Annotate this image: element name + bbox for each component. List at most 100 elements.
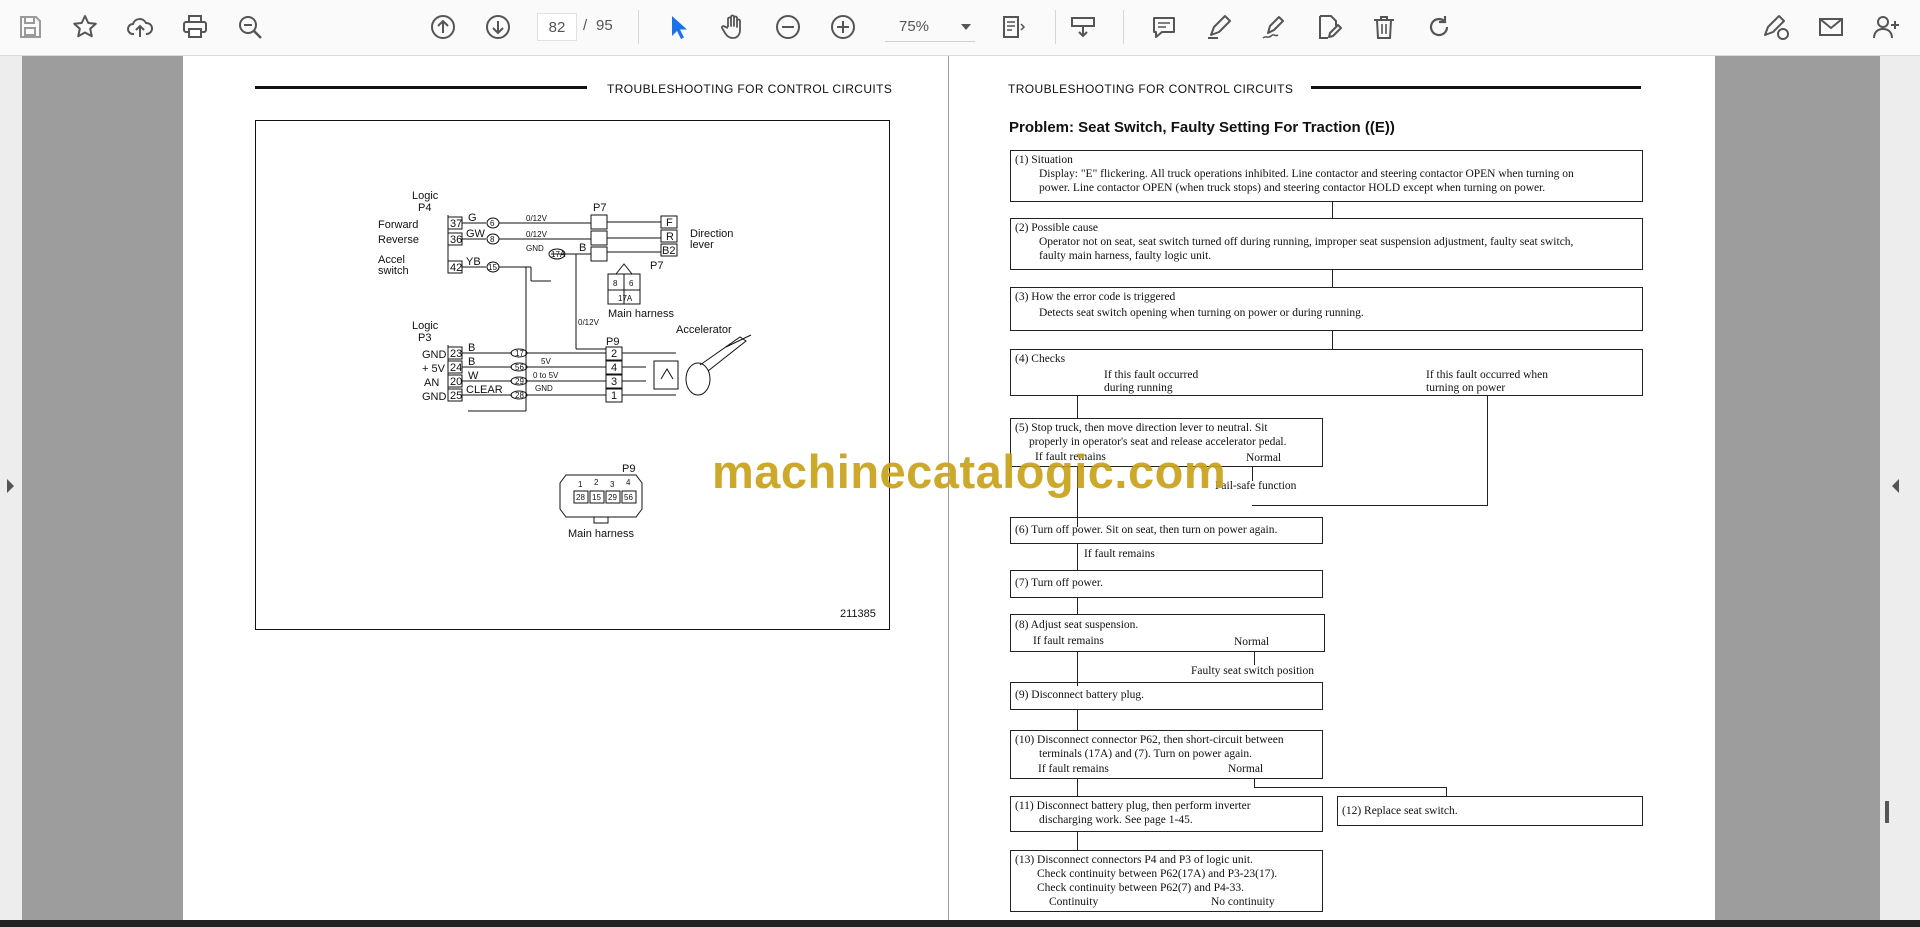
flowchart-box-step6: (6) Turn off power. Sit on seat, then tu… [1010,517,1323,544]
scrollbar-thumb[interactable] [1885,801,1889,823]
page-total: 95 [596,17,613,34]
diag-label: 17 [515,349,524,358]
diag-label: 23 [450,348,462,360]
diag-label: B [579,242,586,254]
step-text: Operator not on seat, seat switch turned… [1039,236,1574,248]
diag-label: GND [526,244,544,253]
page-number-input[interactable]: 82 [537,13,577,41]
diag-label: 29 [515,377,524,386]
zoom-in-icon[interactable] [825,9,861,45]
diag-label: 15 [592,493,601,502]
step-text: (13) Disconnect connectors P4 and P3 of … [1015,854,1253,866]
select-cursor-icon[interactable] [660,9,696,45]
diag-label: 2 [611,348,617,360]
marquee-icon[interactable] [1065,9,1101,45]
diag-label: 56 [624,493,633,502]
diag-label: 24 [450,362,462,374]
header-rule [1311,86,1641,89]
chevron-down-icon [961,24,971,30]
step-text: faulty main harness, faulty logic unit. [1039,250,1212,262]
sign-request-icon[interactable] [1758,9,1794,45]
step-text: terminals (17A) and (7). Turn on power a… [1039,748,1253,760]
watermark-text: machinecatalogic.com [712,445,1227,498]
diag-label: CLEAR [466,384,503,396]
edit-doc-icon[interactable] [1311,9,1347,45]
step-text: (5) Stop truck, then move direction leve… [1015,422,1268,434]
branch-label: turning on power [1426,382,1506,394]
save-icon[interactable] [12,9,48,45]
step-text: Check continuity between P62(7) and P4-3… [1037,882,1244,894]
diag-label: Logic [412,320,439,332]
step-text: power. Line contactor OPEN (when truck s… [1039,182,1546,194]
diag-label: 5V [541,357,551,366]
diag-label: 6 [490,219,495,228]
diag-label: 56 [515,363,524,372]
running-header: TROUBLESHOOTING FOR CONTROL CIRCUITS [1008,82,1294,96]
diag-label: P7 [650,260,663,272]
diag-label: GND [422,349,447,361]
branch-label: during running [1104,382,1173,394]
step-text: (11) Disconnect battery plug, then perfo… [1015,800,1251,812]
upload-cloud-icon[interactable] [122,9,158,45]
step-title: (2) Possible cause [1015,222,1099,234]
diag-label: 29 [608,493,617,502]
flowchart-box-trigger: (3) How the error code is triggered Dete… [1010,287,1643,331]
diag-label: 0/12V [526,214,548,223]
diag-label: P3 [418,332,431,344]
find-zoom-icon[interactable] [232,9,268,45]
hand-pan-icon[interactable] [715,9,751,45]
diag-label: B2 [662,245,675,257]
diag-label: 3 [611,376,617,388]
rotate-icon[interactable] [1421,9,1457,45]
diag-label: GND [535,384,553,393]
page-up-icon[interactable] [425,9,461,45]
diag-label: Main harness [608,308,675,320]
zoom-out-icon[interactable] [770,9,806,45]
sign-pen-icon[interactable] [1256,9,1292,45]
diag-label: Forward [378,219,418,231]
zoom-value: 75% [899,18,930,35]
status-bar [0,920,1920,927]
diag-label: W [468,370,479,382]
step-text: (8) Adjust seat suspension. [1015,619,1139,631]
diag-label: 0/12V [578,318,600,327]
right-panel-toggle[interactable] [1880,56,1920,920]
step-text: (7) Turn off power. [1015,577,1103,589]
diag-label: 37 [450,218,462,230]
flowchart-box-step13: (13) Disconnect connectors P4 and P3 of … [1010,850,1323,912]
step-text: Check continuity between P62(17A) and P3… [1037,868,1278,880]
outcome-label: Faulty seat switch position [1191,665,1314,677]
diag-label: 8 [613,279,618,288]
diag-label: R [666,231,674,243]
diag-label: 1 [611,390,617,402]
chevron-left-icon [1892,479,1899,493]
page-down-icon[interactable] [480,9,516,45]
fit-page-icon[interactable] [995,9,1031,45]
wiring-diagram: Logic P4 Forward Reverse Accel switch 37… [255,120,890,630]
branch-label: If fault remains [1033,635,1104,647]
flowchart-box-step9: (9) Disconnect battery plug. [1010,682,1323,710]
left-panel-toggle[interactable] [0,56,22,920]
step-title: (4) Checks [1015,353,1066,365]
zoom-select[interactable]: 75% [885,13,975,42]
step-text: (12) Replace seat switch. [1342,805,1458,817]
diag-label: 8 [490,235,495,244]
delete-icon[interactable] [1366,9,1402,45]
branch-label: Continuity [1049,896,1099,908]
branch-label: If fault remains [1084,548,1155,560]
comment-icon[interactable] [1146,9,1182,45]
diag-label: P4 [418,202,431,214]
branch-label: Normal [1234,636,1270,648]
diag-label: 28 [576,493,585,502]
toolbar: 82 / 95 75% [0,0,1920,56]
diag-label: P9 [622,463,635,475]
diag-label: B [468,342,475,354]
diag-label: 25 [450,390,462,402]
highlight-pen-icon[interactable] [1201,9,1237,45]
bookmark-star-icon[interactable] [67,9,103,45]
step-title: (1) Situation [1015,154,1073,166]
branch-label: If this fault occurred [1104,369,1199,381]
email-icon[interactable] [1813,9,1849,45]
print-icon[interactable] [177,9,213,45]
add-user-icon[interactable] [1868,9,1904,45]
